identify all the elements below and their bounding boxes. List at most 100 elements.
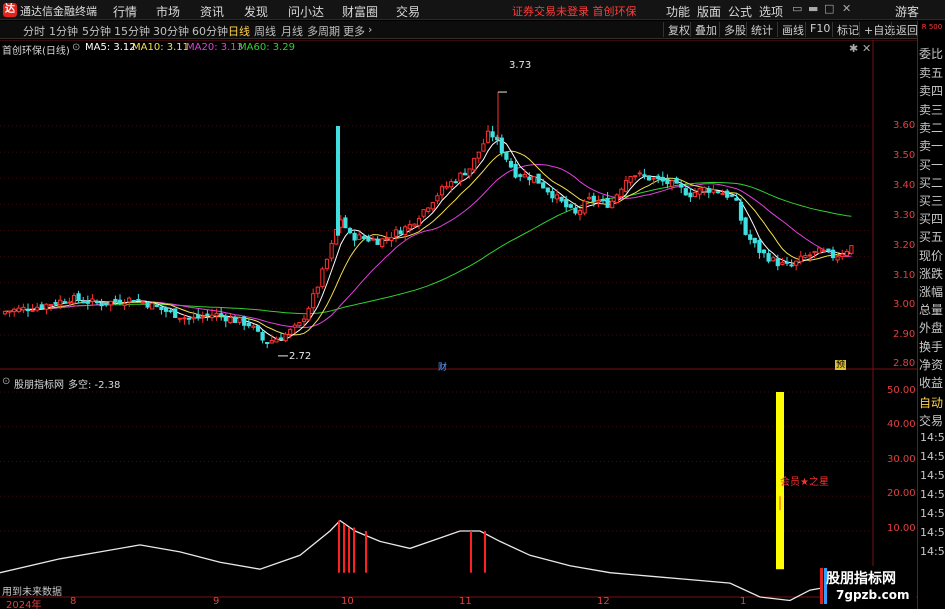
candle-body [53,302,58,305]
candle-body [614,194,619,203]
indicator-axis-label: 10.00 [887,523,916,534]
candle-body [416,218,422,226]
settings-dot-icon[interactable]: ⊙ [72,42,80,53]
candle-body [587,196,592,200]
date-label: 2024年 [6,600,42,609]
maximize-icon[interactable]: □ [824,2,834,15]
period-1min[interactable]: 1分钟 [49,23,78,39]
candle-body [656,175,661,180]
button-tongji[interactable]: 统计 [746,22,773,37]
label-sell1: 卖一 [919,139,944,153]
candle-body [214,312,219,317]
candle-body [550,191,555,199]
close-icon[interactable]: ✕ [842,2,851,15]
event-marker-forecast[interactable]: 预 [835,360,847,370]
tab-auto[interactable]: 自动 [919,394,943,411]
app-title: 通达信金融终端 [20,5,97,18]
candle-body [536,173,541,184]
candle-body [623,180,629,192]
period-5min[interactable]: 5分钟 [82,23,111,39]
candle-body [232,316,238,323]
candle-body [531,176,537,183]
period-multi[interactable]: 多周期 [307,23,340,39]
chevron-right-icon[interactable]: › [368,23,372,36]
candle-body [679,183,684,188]
tab-trade[interactable]: 交易 [919,412,943,429]
period-60min[interactable]: 60分钟 [192,23,228,39]
candle-body [541,182,546,189]
menu-item-faxian[interactable]: 发现 [244,3,268,20]
button-add-watchlist[interactable]: +自选 [859,22,895,37]
period-daily[interactable]: 日线 [228,23,250,39]
candle-body [154,304,159,308]
candle-body [163,307,169,312]
menu-item-hangqing[interactable]: 行情 [113,3,137,20]
candle-body [90,298,95,302]
period-fenshi[interactable]: 分时 [23,23,45,39]
menu-item-jiaoyi[interactable]: 交易 [396,3,420,20]
guest-user[interactable]: 游客 [895,3,919,20]
tick-time: 14:56 [920,469,945,482]
period-monthly[interactable]: 月线 [281,23,303,39]
kline-chart-canvas[interactable] [0,40,917,609]
candle-body [173,308,178,318]
menu-item-zixun[interactable]: 资讯 [200,3,224,20]
candle-body [191,316,196,320]
indicator-dot-icon[interactable]: ⊙ [2,376,10,387]
candle-body [127,297,132,303]
button-back[interactable]: 返回 [891,22,918,37]
restore-icon[interactable]: ▬ [808,2,818,15]
candle-body [780,261,785,265]
menu-item-shichang[interactable]: 市场 [156,3,180,20]
button-biaoji[interactable]: 标记 [832,22,859,37]
ma20-label: MA20: 3.13 [186,42,244,53]
menu-item-wenxiaoda[interactable]: 问小达 [288,3,324,20]
button-diejia[interactable]: 叠加 [690,22,717,37]
candle-body [490,131,495,138]
menu-item-caifuquan[interactable]: 财富圈 [342,3,378,20]
indicator-axis-label: 50.00 [887,385,916,396]
indicator-axis-label: 30.00 [887,454,916,465]
indicator-signal-bar [338,520,340,573]
period-weekly[interactable]: 周线 [254,23,276,39]
candle-body [444,185,449,189]
period-more[interactable]: 更多 [343,23,365,39]
candle-body [430,201,435,210]
candle-body [228,316,233,324]
label-weibi: 委比 [919,47,944,61]
candle-body [637,172,642,175]
period-15min[interactable]: 15分钟 [114,23,150,39]
chart-settings-icon[interactable]: ✱ [849,42,858,55]
candle-body [794,260,799,266]
candle-body [439,186,445,196]
candle-body [798,255,803,263]
menu-item-banmian[interactable]: 版面 [697,3,721,20]
minimize-icon[interactable]: ▭ [792,2,802,15]
menu-item-gongshi[interactable]: 公式 [728,3,752,20]
candle-body [481,143,486,152]
high-price-mark: 3.73 [509,60,532,71]
candle-body [370,238,376,241]
candle-body [58,299,63,306]
candle-body [669,180,675,187]
menu-item-xuanxiang[interactable]: 选项 [759,3,783,20]
price-label: 3.40 [893,180,916,191]
button-huaxian[interactable]: 画线 [777,22,804,37]
candle-body [835,256,840,261]
button-duogu[interactable]: 多股 [719,22,746,37]
candle-body [518,174,523,177]
menu-item-gongneng[interactable]: 功能 [666,3,690,20]
candle-body [260,332,265,341]
label-sell4: 卖四 [919,84,944,98]
period-30min[interactable]: 30分钟 [153,23,189,39]
button-fuquan[interactable]: 复权 [663,22,690,37]
candle-body [324,258,330,270]
candle-body [499,137,504,154]
candle-body [48,304,54,307]
candle-body [108,300,113,306]
event-marker-finance[interactable]: 财 [438,360,447,373]
login-notice[interactable]: 证券交易未登录 首创环保 [512,3,637,19]
button-f10[interactable]: F10 [805,22,830,37]
price-label: 3.10 [893,270,916,281]
chart-close-icon[interactable]: ✕ [862,42,871,55]
